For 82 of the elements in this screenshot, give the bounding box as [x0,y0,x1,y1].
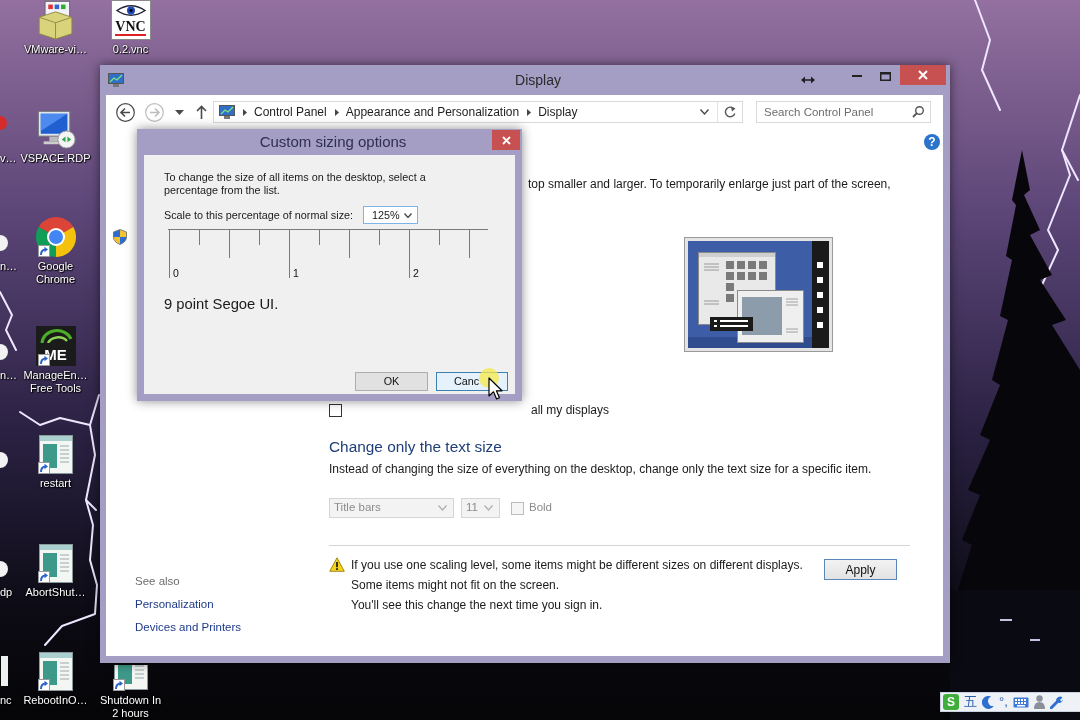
ruler-label: 1 [293,267,299,279]
eye-icon [114,4,147,17]
keyboard-icon[interactable] [1012,696,1029,708]
desktop-icon-label[interactable]: 0.2.vnc [112,43,149,56]
breadcrumb-link[interactable]: Appearance and Personalization [345,103,520,121]
scale-dropdown[interactable]: 125% [363,206,419,224]
desktop-icon-label[interactable]: n… [0,368,18,382]
close-button[interactable] [492,130,520,150]
instructions-text: To change the size of all items on the desktop, select a percentage from the list. [164,171,427,197]
desktop-icon-label[interactable]: RebootInO… [23,694,88,707]
help-button[interactable]: ? [924,134,940,150]
input-mode-button[interactable]: 五 [964,694,977,710]
dialog-title: Custom sizing options [258,132,408,152]
chevron-down-icon [484,505,493,511]
back-button[interactable] [116,102,135,122]
chevron-down-icon[interactable] [700,109,709,115]
section-heading: Change only the text size [329,437,502,457]
desktop-icon-label[interactable]: n… [0,260,18,273]
warning-icon [329,557,345,572]
desktop-icon-label[interactable]: VSPACE.RDP [20,151,91,165]
description-text: Instead of changing the size of everything on the desktop, change only the text size for a specific item. [329,462,872,476]
ok-button[interactable]: OK [355,372,428,391]
search-field[interactable]: Search Control Panel [756,101,931,123]
moon-icon[interactable] [982,695,994,709]
monitor-icon [108,73,124,87]
monitor-icon[interactable] [35,108,76,149]
address-bar[interactable]: Control Panel Appearance and Personalization Display [213,101,743,123]
close-button[interactable] [900,65,946,85]
desktop-icon-label[interactable]: Google Chrome [35,260,76,286]
section-heading: See also [135,574,180,589]
wrench-icon[interactable] [1049,695,1063,709]
punctuation-mode-button[interactable]: °, [999,694,1008,710]
ruler-label: 0 [173,267,179,279]
desktop-icon-label[interactable]: nc [0,694,12,707]
desktop-icon-label[interactable]: VMware-vi… [24,43,87,56]
double-arrow-icon [801,76,815,84]
chevron-down-icon [438,505,447,511]
checkbox-label: all my displays [531,403,610,417]
scale-label: Scale to this percentage of normal size: [164,207,354,223]
refresh-icon[interactable] [724,106,736,118]
chevron-down-icon [404,212,413,218]
maximize-icon [879,71,891,81]
desktop-icon-label[interactable]: restart [39,477,72,490]
notice-text: You'll see this change the next time you sign in. [351,597,603,614]
desktop-icon-label[interactable]: Shutdown In 2 hours [99,694,162,720]
description-text: top smaller and larger. To temporarily enlarge just part of the screen, [528,177,891,191]
sample-text: 9 point Segoe UI. [164,295,279,313]
up-button[interactable] [196,105,207,119]
person-icon[interactable] [1033,695,1045,709]
minimize-icon [852,75,862,77]
recent-pages-button[interactable] [175,109,184,115]
desktop-icon-label[interactable]: AbortShut… [25,585,86,599]
notice-text: If you use one scaling level, some items might be different sizes on different displays. [351,557,803,574]
search-input[interactable]: Search Control Panel [757,103,912,121]
close-icon [501,135,511,145]
see-also-link[interactable]: Personalization [135,593,214,616]
logo-tile[interactable]: VNC [110,0,151,40]
chevron-right-icon [527,108,532,116]
arcs-icon [38,328,73,343]
shield-icon [113,229,127,245]
notice-text: Some items might not fit on the screen. [351,577,560,594]
chevron-right-icon [334,108,339,116]
see-also-link[interactable]: Devices and Printers [135,616,242,639]
window-title: Display [514,70,562,90]
apply-button[interactable]: Apply [824,559,897,580]
breadcrumb-link[interactable]: Display [538,103,578,121]
mouse-pointer-icon [478,368,504,401]
checkbox[interactable] [329,403,342,417]
ruler-label: 2 [413,267,419,279]
browser-logo-icon[interactable] [35,217,76,257]
desktop-icon-label[interactable]: ManageEn… Free Tools [23,368,88,395]
control-panel-icon [219,105,235,119]
logo-text: VNC [115,20,146,36]
partial-icon[interactable] [0,656,8,686]
breadcrumb-link[interactable]: Control Panel [254,103,327,121]
chevron-right-icon [243,108,247,116]
checkbox-label: Bold [529,500,553,516]
search-icon[interactable] [912,106,924,118]
lightning-bolt [0,291,17,351]
desktop-icon-label[interactable]: v… [0,151,17,165]
desktop-icon-label[interactable]: dp [0,585,13,599]
close-icon [918,70,928,80]
